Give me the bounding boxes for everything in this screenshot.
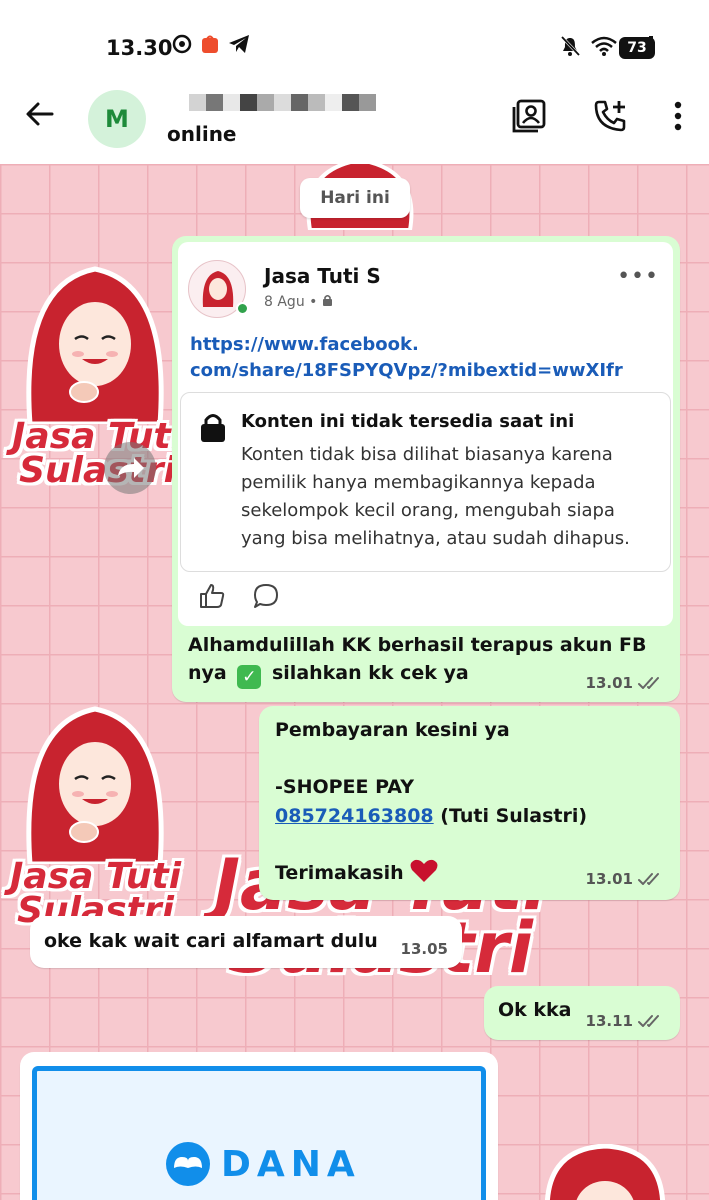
chat-header: M online <box>0 76 709 164</box>
hijab-girl-illustration <box>26 706 164 867</box>
notification-icons <box>172 34 250 54</box>
message-text: Ok kka <box>498 999 572 1021</box>
contact-status: online <box>167 122 237 146</box>
battery-indicator: 73 <box>619 37 655 59</box>
wifi-icon <box>591 36 617 56</box>
message-time: 13.05 <box>400 940 448 958</box>
double-tick-icon <box>638 1015 659 1027</box>
more-vert-icon[interactable] <box>673 101 683 131</box>
dana-image[interactable]: DANA <box>32 1066 486 1200</box>
chat-wallpaper: Jasa Tuti Sulastri Jasa Tuti Sulastri Ja… <box>0 164 709 1200</box>
check-mark-emoji: ✓ <box>237 664 262 689</box>
contact-card-icon[interactable] <box>511 98 547 134</box>
sticker-label: Jasa Tuti Sulastri <box>12 416 184 492</box>
dana-logo-icon <box>166 1142 210 1186</box>
message-bubble-shared-link[interactable]: Jasa Tuti S 8 Agu • ••• https://www.face… <box>172 236 680 702</box>
forward-button[interactable] <box>104 442 156 494</box>
lock-icon <box>201 414 225 442</box>
sticker-bottom-right <box>540 1143 670 1200</box>
content-unavailable-box: Konten ini tidak tersedia saat ini Konte… <box>180 392 671 572</box>
hijab-girl-illustration <box>26 266 164 427</box>
facebook-post-preview[interactable]: Jasa Tuti S 8 Agu • ••• https://www.face… <box>178 242 673 626</box>
notice-body: Konten tidak bisa dilihat biasanya karen… <box>241 444 630 549</box>
date-divider: Hari ini <box>300 178 410 218</box>
lock-icon <box>322 294 332 306</box>
message-bubble-incoming[interactable]: oke kak wait cari alfamart dulu 13.05 <box>30 916 462 968</box>
dana-brand-text: DANA <box>221 1143 361 1185</box>
message-text: oke kak wait cari alfamart dulu <box>44 930 378 952</box>
message-time: 13.01 <box>585 674 633 692</box>
clock: 13.30 <box>106 36 173 60</box>
contact-avatar[interactable]: M <box>88 90 146 148</box>
telegram-icon <box>229 35 249 53</box>
shopee-app-icon <box>202 35 218 53</box>
message-meta: 13.01 <box>586 870 664 888</box>
hijab-girl-illustration <box>544 1143 666 1200</box>
message-meta: 13.11 <box>586 1012 664 1030</box>
ring-notification-icon <box>172 34 192 54</box>
image-message-bubble[interactable]: DANA <box>20 1052 498 1200</box>
comment-icon[interactable] <box>252 582 280 610</box>
post-actions <box>198 582 280 610</box>
message-meta: 13.01 <box>586 674 664 692</box>
heart-emoji <box>410 859 438 882</box>
header-actions <box>511 98 683 134</box>
notice-title: Konten ini tidak tersedia saat ini <box>241 411 575 432</box>
message-bubble-ok[interactable]: Ok kka 13.11 <box>484 986 680 1040</box>
post-options-icon[interactable]: ••• <box>617 264 659 289</box>
message-line: -SHOPEE PAY <box>275 776 414 798</box>
phone-number-link[interactable]: 085724163808 <box>275 805 434 827</box>
dana-logo: DANA <box>165 1141 361 1187</box>
post-meta: 8 Agu • <box>264 294 333 310</box>
back-arrow-icon[interactable] <box>24 98 56 130</box>
sticker-left-2: Jasa Tuti Sulastri <box>10 704 181 929</box>
message-line: Pembayaran kesini ya <box>275 719 510 741</box>
like-icon[interactable] <box>198 582 226 610</box>
post-link[interactable]: https://www.facebook. com/share/18FSPYQV… <box>190 332 660 384</box>
mute-bell-icon <box>560 35 581 57</box>
message-time: 13.11 <box>585 1012 633 1030</box>
message-bubble-payment[interactable]: Pembayaran kesini ya -SHOPEE PAY 0857241… <box>259 706 680 900</box>
contact-name-pixelated[interactable] <box>172 94 376 111</box>
double-tick-icon <box>638 873 659 885</box>
message-time: 13.01 <box>585 870 633 888</box>
add-call-icon[interactable] <box>593 99 627 133</box>
online-dot <box>236 302 249 315</box>
forward-icon <box>118 458 144 478</box>
post-author[interactable]: Jasa Tuti S <box>264 264 381 288</box>
double-tick-icon <box>638 677 659 689</box>
sticker-left-1: Jasa Tuti Sulastri <box>12 264 183 489</box>
